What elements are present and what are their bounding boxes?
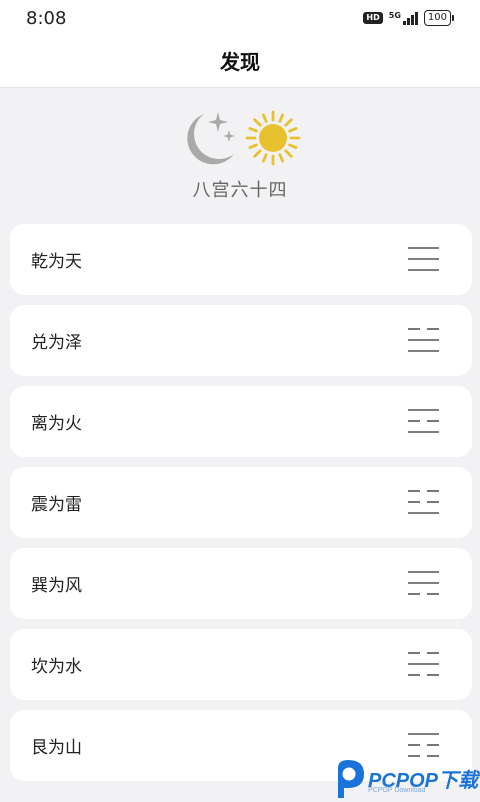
header: 发现 — [0, 36, 480, 88]
signal-bar — [406, 17, 410, 25]
trigram-card[interactable]: 巽为风 — [10, 548, 472, 619]
trigram-name: 震为雷 — [31, 495, 82, 515]
trigram-symbol-icon — [408, 247, 439, 271]
trigram-card[interactable]: 震为雷 — [10, 467, 472, 538]
network-type-label: 5G — [388, 10, 401, 20]
pcpop-watermark: PCPOP下载 PCPOP Download — [330, 756, 480, 802]
trigram-card[interactable]: 离为火 — [10, 386, 472, 457]
status-bar: 8:08 HD 5G 100 — [0, 0, 480, 36]
hero-art — [187, 110, 301, 166]
trigram-symbol-icon — [408, 490, 439, 514]
hero-banner: 八宫六十四 — [0, 88, 480, 218]
battery-icon: 100 — [423, 10, 454, 26]
trigram-card[interactable]: 坎为水 — [10, 629, 472, 700]
trigram-symbol-icon — [408, 328, 439, 352]
trigram-symbol-icon — [408, 409, 439, 433]
battery-level: 100 — [423, 10, 451, 26]
trigram-card[interactable]: 乾为天 — [10, 224, 472, 295]
trigram-name: 离为火 — [31, 414, 82, 434]
trigram-name: 乾为天 — [31, 252, 82, 272]
pcpop-logo — [338, 760, 364, 798]
trigram-card[interactable]: 兑为泽 — [10, 305, 472, 376]
trigram-name: 坎为水 — [31, 657, 82, 677]
signal-icon: 5G — [388, 10, 418, 25]
signal-bar — [414, 11, 418, 25]
hd-icon: HD — [363, 12, 383, 24]
trigram-name: 艮为山 — [31, 738, 82, 758]
battery-tip — [452, 15, 454, 21]
trigram-symbol-icon — [408, 571, 439, 595]
trigram-name: 兑为泽 — [31, 333, 82, 353]
hero-caption: 八宫六十四 — [192, 180, 288, 201]
moon-stars-icon — [187, 112, 235, 165]
status-time: 8:08 — [26, 8, 67, 29]
watermark-subtext: PCPOP Download — [368, 787, 426, 794]
signal-bar — [402, 20, 406, 25]
trigram-list: 乾为天兑为泽离为火震为雷巽为风坎为水艮为山 — [10, 224, 472, 791]
trigram-symbol-icon — [408, 652, 439, 676]
sun-icon — [245, 110, 301, 166]
signal-bar — [410, 14, 414, 25]
trigram-symbol-icon — [408, 733, 439, 757]
status-icons: HD 5G 100 — [363, 10, 454, 26]
page-title: 发现 — [220, 50, 260, 74]
trigram-name: 巽为风 — [31, 576, 82, 596]
